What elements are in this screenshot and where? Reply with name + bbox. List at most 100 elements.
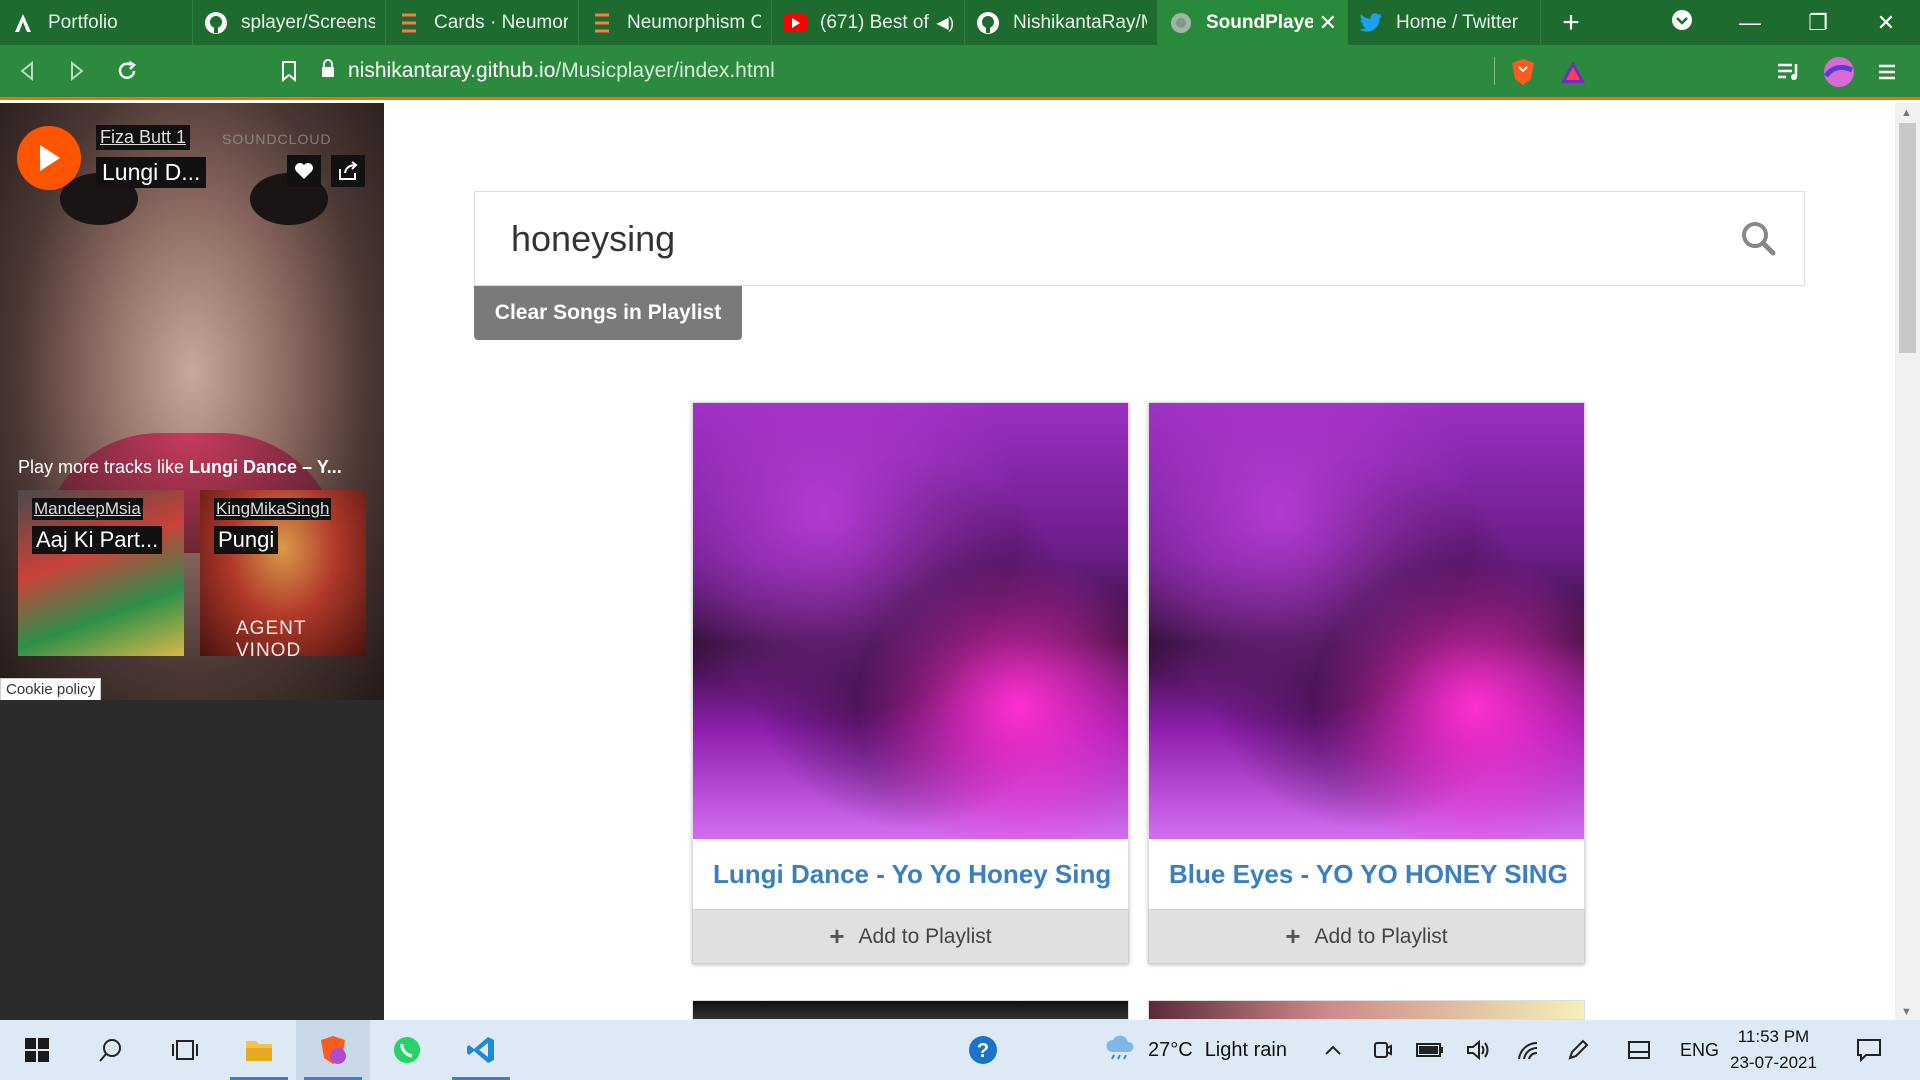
volume-icon[interactable] [1466,1020,1490,1080]
related-track-2[interactable]: KingMikaSingh Pungi AGENT VINOD [200,490,366,656]
battery-icon[interactable] [1416,1020,1444,1080]
pen-icon[interactable] [1566,1020,1590,1080]
help-icon[interactable]: ? [968,1020,998,1080]
profile-avatar[interactable] [1822,55,1856,89]
tab-github-nishikanta[interactable]: NishikantaRay/M [965,0,1158,45]
search-icon[interactable] [74,1020,148,1080]
clear-playlist-button[interactable]: Clear Songs in Playlist [474,286,742,340]
scroll-down-icon[interactable]: ▼ [1901,1006,1912,1018]
track-user-link[interactable]: Fiza Butt 1 [96,125,191,150]
meet-now-icon[interactable] [1372,1020,1392,1080]
twitter-icon [1358,10,1384,36]
menu-icon[interactable] [1870,55,1904,89]
related-title[interactable]: Pungi [214,526,279,554]
brave-browser-icon[interactable] [296,1020,370,1080]
media-playlist-icon[interactable] [1772,55,1806,89]
new-tab-button[interactable]: + [1541,0,1601,45]
tab-label: Home / Twitter [1396,11,1519,33]
soundcloud-widget: Fiza Butt 1 Lungi D... SOUNDCLOUD Play m… [0,103,384,700]
url-host: nishikantaray.github.io [348,59,556,82]
more-tracks-title[interactable]: Lungi Dance – Y... [189,457,342,477]
notification-icon[interactable] [1856,1020,1882,1080]
tab-neumorphism[interactable]: Neumorphism Cc [579,0,772,45]
clock-time: 11:53 PM [1737,1027,1810,1046]
weather-widget[interactable]: 27°C Light rain [1104,1020,1287,1080]
like-button[interactable] [287,155,321,187]
tab-search-icon[interactable] [1648,9,1716,37]
related-track-1[interactable]: MandeepMsia Aaj Ki Part... [18,490,184,656]
reload-icon[interactable] [104,48,150,94]
cookie-policy-link[interactable]: Cookie policy [0,678,102,700]
tray-chevron-icon[interactable] [1324,1020,1342,1080]
play-button[interactable] [17,126,81,190]
page-scrollbar[interactable]: ▲ ▼ [1895,103,1920,1020]
tab-cards-neumorph[interactable]: Cards · Neumorp [386,0,579,45]
song-title-link[interactable]: Lungi Dance - Yo Yo Honey Sing [693,839,1128,909]
share-button[interactable] [331,155,365,187]
brave-shields-icon[interactable] [1506,55,1540,89]
address-toolbar: nishikantaray.github.io/Musicplayer/inde… [0,45,1920,100]
plus-icon: + [829,921,845,951]
add-to-playlist-label: Add to Playlist [1314,924,1448,948]
more-tracks-caption: Play more tracks like Lungi Dance – Y... [18,457,368,478]
more-tracks-prefix: Play more tracks like [18,457,190,477]
tripletex-icon [396,10,422,36]
related-user-link[interactable]: MandeepMsia [32,498,143,520]
clock[interactable]: 11:53 PM 23-07-2021 [1730,1020,1817,1080]
back-icon[interactable] [4,48,50,94]
touch-keyboard-icon[interactable] [1628,1020,1650,1080]
close-window-icon[interactable]: ✕ [1852,10,1920,36]
youtube-icon [782,10,808,36]
task-view-icon[interactable] [148,1020,222,1080]
globe-icon [1168,10,1194,36]
tab-label: Portfolio [48,11,118,33]
github-icon [203,10,229,36]
tab-portfolio[interactable]: Portfolio [0,0,193,45]
scroll-up-icon[interactable]: ▲ [1901,107,1912,119]
song-title-link[interactable]: Blue Eyes - YO YO HONEY SING [1149,839,1584,909]
search-bar[interactable]: honeysing [474,191,1805,286]
tab-label: NishikantaRay/M [1013,11,1147,33]
maximize-icon[interactable]: ❐ [1784,10,1852,36]
sidebar-background [0,700,384,1020]
song-card: Blue Eyes - YO YO HONEY SING + Add to Pl… [1148,402,1585,964]
add-to-playlist-button[interactable]: + Add to Playlist [692,909,1129,964]
tab-soundplayer[interactable]: SoundPlayer ✕ [1158,0,1348,45]
scrollbar-thumb[interactable] [1899,123,1916,353]
plus-icon: + [1285,921,1301,951]
tab-label: SoundPlayer [1206,11,1313,33]
add-to-playlist-button[interactable]: + Add to Playlist [1148,909,1585,964]
file-explorer-icon[interactable] [222,1020,296,1080]
close-tab-icon[interactable]: ✕ [1319,10,1337,36]
url-bar[interactable]: nishikantaray.github.io/Musicplayer/inde… [320,51,1600,91]
whatsapp-icon[interactable] [370,1020,444,1080]
forward-icon[interactable] [54,48,100,94]
search-input[interactable]: honeysing [511,218,675,260]
minimize-icon[interactable]: — [1716,10,1784,36]
search-icon[interactable] [1740,220,1776,261]
related-title[interactable]: Aaj Ki Part... [32,526,163,554]
song-artwork[interactable] [693,403,1128,839]
bookmark-icon[interactable] [266,48,312,94]
wifi-icon[interactable] [1516,1020,1542,1080]
weather-text: Light rain [1204,1038,1287,1061]
input-language[interactable]: ENG [1680,1020,1719,1080]
song-artwork[interactable] [1149,403,1584,839]
tab-twitter[interactable]: Home / Twitter [1348,0,1541,45]
song-card-partial[interactable] [1148,1000,1585,1020]
soundcloud-logo[interactable]: SOUNDCLOUD [222,131,332,147]
start-button[interactable] [0,1020,74,1080]
a-logo-icon [10,10,36,36]
vscode-icon[interactable] [444,1020,518,1080]
toolbar-divider [1494,57,1495,85]
browser-tab-bar: Portfolio splayer/Screensh Cards · Neumo… [0,0,1920,45]
tab-youtube[interactable]: (671) Best of ◀) [772,0,965,45]
related-user-link[interactable]: KingMikaSingh [214,498,332,520]
add-to-playlist-label: Add to Playlist [858,924,992,948]
track-title[interactable]: Lungi D... [96,157,207,188]
song-card-partial[interactable] [692,1000,1129,1020]
speaker-icon[interactable]: ◀) [936,13,954,33]
lock-icon [320,58,336,84]
tab-github-splayer[interactable]: splayer/Screensh [193,0,386,45]
brave-rewards-icon[interactable] [1556,55,1590,89]
